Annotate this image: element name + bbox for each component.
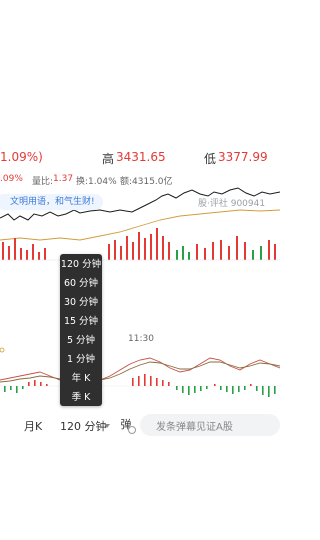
period-dropdown-menu: 120 分钟 60 分钟 30 分钟 15 分钟 5 分钟 1 分钟 年 K 季… [60,254,102,406]
month-k-tab[interactable]: 月K [24,418,42,434]
bottom-toolbar: 月K 120 分钟 弹 发条弹幕见证A股 [0,410,280,440]
period-option-120min[interactable]: 120 分钟 [60,258,102,272]
danmu-toggle-button[interactable]: 弹 [118,417,136,434]
period-option-season-k[interactable]: 季 K [60,391,102,405]
caret-down-icon [104,424,110,428]
high-label: 高 [102,152,115,166]
period-option-30min[interactable]: 30 分钟 [60,296,102,310]
low-label: 低 [204,152,217,166]
danmu-placeholder: 发条弹幕见证A股 [156,422,233,433]
low-value: 3377.99 [218,150,268,164]
high-value: 3431.65 [116,150,166,164]
change-percent: 1.09%) [0,150,43,164]
danmu-toggle-dot [128,426,136,434]
period-option-year-k[interactable]: 年 K [60,372,102,386]
period-option-5min[interactable]: 5 分钟 [60,334,102,348]
period-option-15min[interactable]: 15 分钟 [60,315,102,329]
macd-dea-line [0,361,280,383]
volume-bars [2,228,276,260]
period-selector[interactable]: 120 分钟 [60,418,107,434]
price-stats-row: 1.09%) 高 3431.65 低 3377.99 [0,146,280,168]
macd-histogram [4,374,276,397]
kline-chart[interactable] [0,180,280,410]
watermark-text: 股·评社 900941 [198,199,266,209]
period-option-60min[interactable]: 60 分钟 [60,277,102,291]
macd-dif-line [0,357,280,381]
danmu-input[interactable]: 发条弹幕见证A股 [140,414,280,436]
time-axis-label: 11:30 [128,334,154,344]
period-option-1min[interactable]: 1 分钟 [60,353,102,367]
macd-marker [0,347,5,353]
danmu-bubble: 文明用语，和气生财! [0,194,103,210]
